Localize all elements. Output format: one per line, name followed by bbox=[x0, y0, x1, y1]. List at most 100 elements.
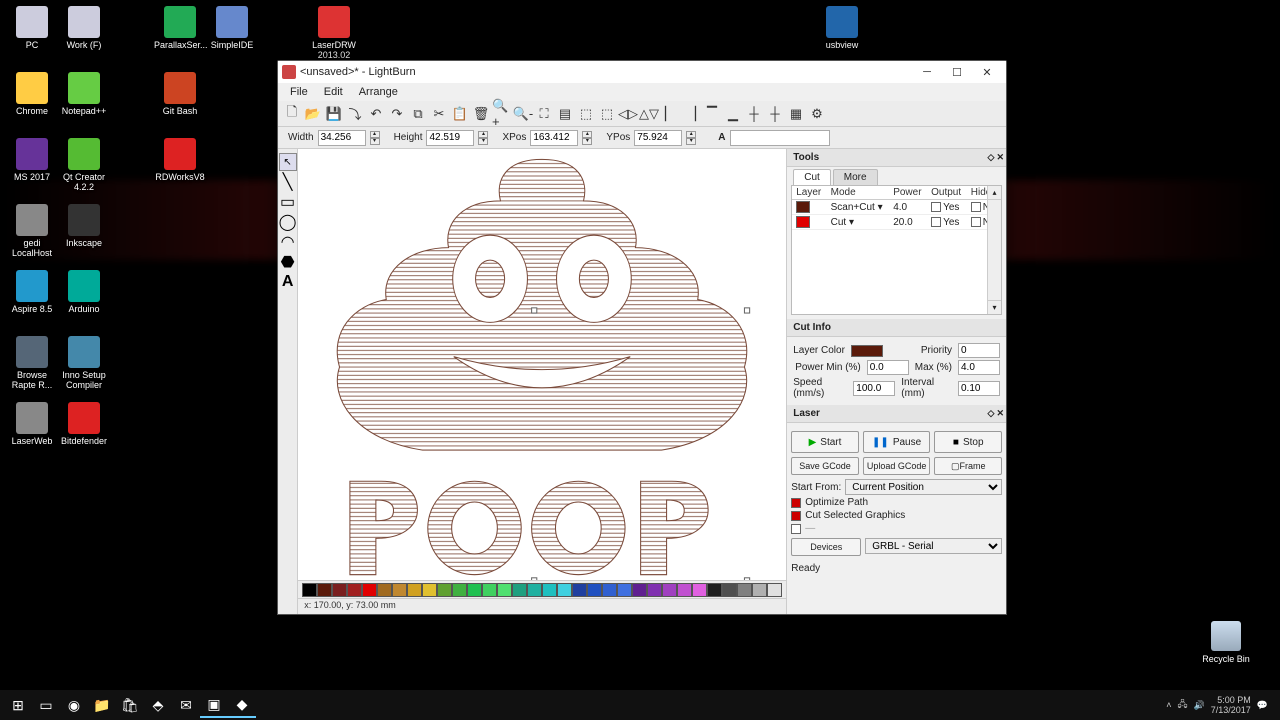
zoom-out-icon[interactable]: 🔍- bbox=[513, 104, 533, 124]
desktop-icon[interactable]: PC bbox=[6, 6, 58, 50]
line-tool-icon[interactable]: ╲ bbox=[279, 173, 297, 191]
palette-swatch[interactable] bbox=[422, 583, 437, 597]
cut-icon[interactable]: ✂ bbox=[429, 104, 449, 124]
font-select[interactable] bbox=[730, 130, 830, 146]
taskview-icon[interactable]: ▭ bbox=[32, 692, 60, 718]
width-input[interactable] bbox=[318, 130, 366, 146]
paste-icon[interactable]: 📋 bbox=[450, 104, 470, 124]
desktop-icon[interactable]: ParallaxSer... bbox=[154, 6, 206, 50]
rect-tool-icon[interactable]: ▭ bbox=[279, 193, 297, 211]
palette-swatch[interactable] bbox=[692, 583, 707, 597]
align-bottom-icon[interactable]: ▁ bbox=[723, 104, 743, 124]
palette-swatch[interactable] bbox=[722, 583, 737, 597]
palette-swatch[interactable] bbox=[542, 583, 557, 597]
ellipse-tool-icon[interactable]: ◯ bbox=[279, 213, 297, 231]
maximize-button[interactable]: ☐ bbox=[942, 62, 972, 82]
palette-swatch[interactable] bbox=[662, 583, 677, 597]
canvas[interactable] bbox=[298, 149, 786, 580]
desktop-icon[interactable]: LaserWeb bbox=[6, 402, 58, 446]
palette-swatch[interactable] bbox=[452, 583, 467, 597]
zoom-sel-icon[interactable]: ⛶ bbox=[534, 104, 554, 124]
palette-swatch[interactable] bbox=[512, 583, 527, 597]
grid-icon[interactable]: ▦ bbox=[786, 104, 806, 124]
palette-swatch[interactable] bbox=[752, 583, 767, 597]
align-left-icon[interactable]: ▏ bbox=[660, 104, 680, 124]
close-button[interactable]: ✕ bbox=[972, 62, 1002, 82]
select-tool-icon[interactable]: ↖ bbox=[279, 153, 297, 171]
copy-icon[interactable]: ⧉ bbox=[408, 104, 428, 124]
palette-swatch[interactable] bbox=[437, 583, 452, 597]
start-button[interactable]: ⊞ bbox=[4, 692, 32, 718]
ungroup-icon[interactable]: ⬚ bbox=[597, 104, 617, 124]
palette-swatch[interactable] bbox=[632, 583, 647, 597]
desktop-icon[interactable]: Notepad++ bbox=[58, 72, 110, 116]
desktop-icon[interactable]: usbview bbox=[816, 6, 868, 50]
align-top-icon[interactable]: ▔ bbox=[702, 104, 722, 124]
import-icon[interactable]: ⤵ bbox=[345, 104, 365, 124]
preview-icon[interactable]: ▤ bbox=[555, 104, 575, 124]
palette-swatch[interactable] bbox=[497, 583, 512, 597]
desktop-icon[interactable]: Work (F) bbox=[58, 6, 110, 50]
desktop-icon[interactable]: Git Bash bbox=[154, 72, 206, 116]
titlebar[interactable]: <unsaved>* - LightBurn ─ ☐ ✕ bbox=[278, 61, 1006, 83]
layer-row[interactable]: Scan+Cut ▾4.0YesNo bbox=[792, 200, 1001, 215]
tray-network-icon[interactable]: 🖧 bbox=[1177, 697, 1187, 713]
layer-color-swatch[interactable] bbox=[851, 345, 883, 357]
stop-button[interactable]: ■Stop bbox=[934, 431, 1002, 453]
new-file-icon[interactable]: 🗋 bbox=[282, 104, 302, 124]
text-tool-icon[interactable]: A bbox=[279, 273, 297, 291]
palette-swatch[interactable] bbox=[587, 583, 602, 597]
pause-button[interactable]: ❚❚Pause bbox=[863, 431, 931, 453]
panel-float-icon[interactable]: ◇ bbox=[988, 152, 995, 163]
palette-swatch[interactable] bbox=[467, 583, 482, 597]
store-taskbar-icon[interactable]: 🛍 bbox=[116, 692, 144, 718]
settings-icon[interactable]: ⚙ bbox=[807, 104, 827, 124]
desktop-icon[interactable]: RDWorksV8 bbox=[154, 138, 206, 182]
scroll-up-icon[interactable]: ▴ bbox=[988, 186, 1001, 200]
priority-input[interactable] bbox=[958, 343, 1000, 358]
desktop-icon[interactable]: gedi LocalHost bbox=[6, 204, 58, 258]
palette-swatch[interactable] bbox=[332, 583, 347, 597]
speed-input[interactable] bbox=[853, 381, 895, 396]
frame-button[interactable]: ▢ Frame bbox=[934, 457, 1002, 475]
palette-swatch[interactable] bbox=[482, 583, 497, 597]
save-file-icon[interactable]: 💾 bbox=[324, 104, 344, 124]
redo-icon[interactable]: ↷ bbox=[387, 104, 407, 124]
palette-swatch[interactable] bbox=[317, 583, 332, 597]
explorer-taskbar-icon[interactable]: 📁 bbox=[88, 692, 116, 718]
palette-swatch[interactable] bbox=[407, 583, 422, 597]
power-min-input[interactable] bbox=[867, 360, 909, 375]
desktop-icon[interactable]: Qt Creator 4.2.2 bbox=[58, 138, 110, 192]
xpos-input[interactable] bbox=[530, 130, 578, 146]
start-button[interactable]: ▶Start bbox=[791, 431, 859, 453]
tab-cut[interactable]: Cut bbox=[793, 169, 831, 185]
height-input[interactable] bbox=[426, 130, 474, 146]
save-gcode-button[interactable]: Save GCode bbox=[791, 457, 859, 475]
mirror-v-icon[interactable]: △▽ bbox=[639, 104, 659, 124]
terminal-taskbar-icon[interactable]: ▣ bbox=[200, 692, 228, 718]
palette-swatch[interactable] bbox=[527, 583, 542, 597]
desktop-icon[interactable]: Inno Setup Compiler bbox=[58, 336, 110, 390]
desktop-icon[interactable]: Chrome bbox=[6, 72, 58, 116]
tray-notifications-icon[interactable]: 💬 bbox=[1257, 700, 1268, 711]
desktop-icon[interactable]: Browse Rapte R... bbox=[6, 336, 58, 390]
mirror-h-icon[interactable]: ◁▷ bbox=[618, 104, 638, 124]
palette-swatch[interactable] bbox=[572, 583, 587, 597]
chrome-taskbar-icon[interactable]: ◉ bbox=[60, 692, 88, 718]
desktop-icon[interactable]: LaserDRW 2013.02 bbox=[308, 6, 360, 60]
cut-selected-checkbox[interactable] bbox=[791, 511, 801, 521]
ypos-input[interactable] bbox=[634, 130, 682, 146]
path-tool-icon[interactable]: ◠ bbox=[279, 233, 297, 251]
group-icon[interactable]: ⬚ bbox=[576, 104, 596, 124]
palette-swatch[interactable] bbox=[392, 583, 407, 597]
undo-icon[interactable]: ↶ bbox=[366, 104, 386, 124]
dropbox-taskbar-icon[interactable]: ⬘ bbox=[144, 692, 172, 718]
align-right-icon[interactable]: ▕ bbox=[681, 104, 701, 124]
align-center-v-icon[interactable]: ┼ bbox=[744, 104, 764, 124]
panel-close-icon[interactable]: ✕ bbox=[996, 408, 1004, 419]
desktop-icon[interactable]: MS 2017 bbox=[6, 138, 58, 182]
cutinfo-header[interactable]: Cut Info bbox=[787, 319, 1006, 337]
delete-icon[interactable]: 🗑 bbox=[471, 104, 491, 124]
lightburn-taskbar-icon[interactable]: ◆ bbox=[228, 692, 256, 718]
palette-swatch[interactable] bbox=[707, 583, 722, 597]
